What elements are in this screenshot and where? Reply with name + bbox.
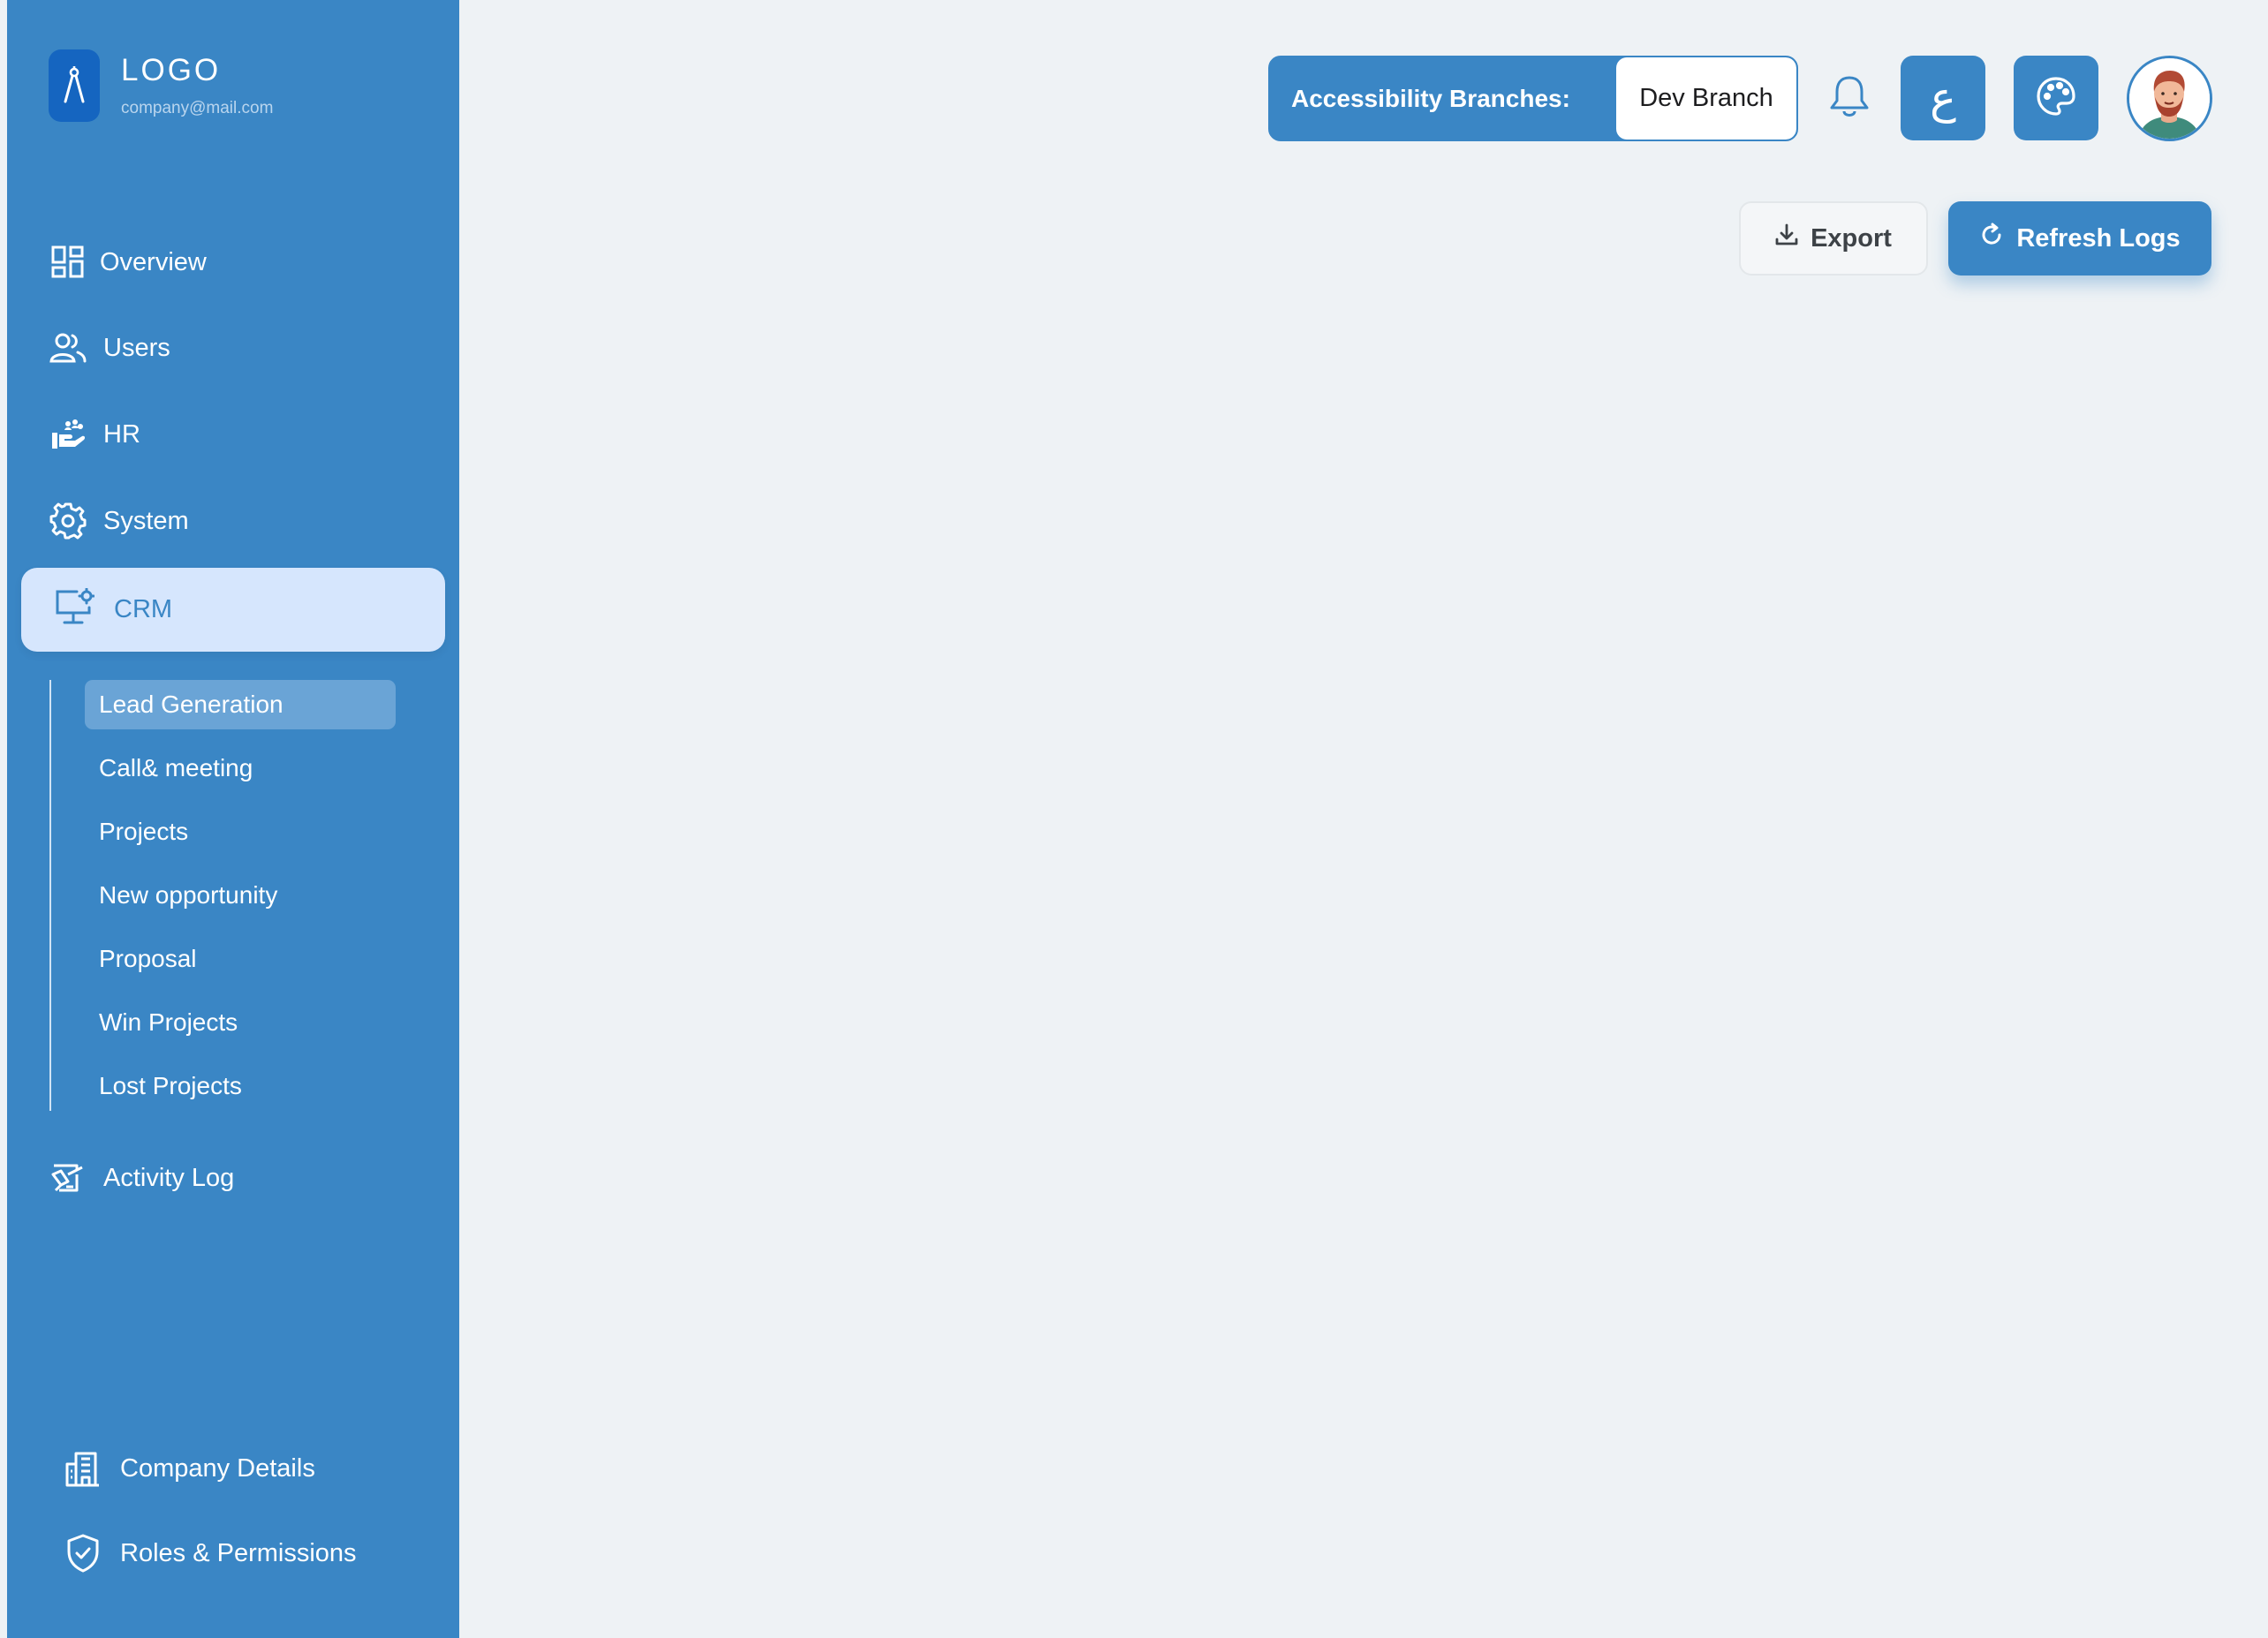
logo-icon [49, 49, 100, 122]
download-icon [1775, 223, 1798, 253]
sidebar-item-label: Activity Log [103, 1163, 235, 1192]
overview-icon [49, 243, 87, 282]
export-label: Export [1811, 223, 1892, 253]
sidebar-item-users[interactable]: Users [49, 328, 170, 367]
avatar[interactable] [2127, 56, 2212, 141]
submenu-item-proposal[interactable]: Proposal [85, 934, 396, 984]
sidebar-item-system[interactable]: System [49, 502, 189, 540]
sidebar-item-hr[interactable]: HR [49, 415, 140, 454]
sidebar-item-company-details[interactable]: Company Details [64, 1449, 315, 1488]
submenu-item-projects[interactable]: Projects [85, 807, 396, 857]
sidebar-item-activity-log[interactable]: Activity Log [49, 1159, 234, 1197]
refresh-logs-label: Refresh Logs [2016, 223, 2181, 253]
crm-submenu: Lead Generation Call& meeting Projects N… [49, 680, 420, 1111]
logo-email: company@mail.com [121, 99, 274, 117]
sidebar-item-label: Company Details [120, 1453, 315, 1483]
shield-check-icon [64, 1534, 102, 1573]
language-icon: ع [1930, 72, 1956, 124]
app-page: LOGO company@mail.com Overview Users HR … [0, 0, 2268, 1638]
sidebar: LOGO company@mail.com Overview Users HR … [7, 0, 459, 1638]
activity-log-icon [49, 1159, 87, 1197]
sidebar-item-label: Roles & Permissions [120, 1538, 357, 1567]
sidebar-item-overview[interactable]: Overview [49, 243, 207, 282]
submenu-item-win-projects[interactable]: Win Projects [85, 998, 396, 1047]
submenu-item-call-meeting[interactable]: Call& meeting [85, 744, 396, 793]
palette-icon [2035, 75, 2077, 122]
building-icon [64, 1449, 102, 1488]
sidebar-item-label: Users [103, 333, 170, 362]
bell-icon [1827, 74, 1871, 125]
brand[interactable]: LOGO company@mail.com [49, 49, 273, 122]
logo-title: LOGO [121, 53, 222, 87]
sidebar-item-label: CRM [114, 595, 173, 623]
sidebar-item-roles-permissions[interactable]: Roles & Permissions [64, 1534, 357, 1573]
sidebar-item-label: System [103, 506, 189, 535]
hr-icon [49, 415, 87, 454]
branch-selector: Accessibility Branches: Dev Branch [1268, 56, 1798, 141]
sidebar-item-label: HR [103, 419, 140, 449]
submenu-item-lead-generation[interactable]: Lead Generation [85, 680, 396, 729]
submenu-item-lost-projects[interactable]: Lost Projects [85, 1061, 396, 1111]
sidebar-item-label: Overview [100, 247, 207, 276]
theme-button[interactable] [2014, 56, 2098, 140]
sidebar-item-crm[interactable]: CRM [21, 568, 445, 652]
language-button[interactable]: ع [1901, 56, 1985, 140]
refresh-icon [1979, 223, 2004, 254]
users-icon [49, 328, 87, 367]
export-button[interactable]: Export [1739, 201, 1928, 276]
notifications-button[interactable] [1823, 72, 1876, 125]
monitor-gear-icon [54, 587, 95, 632]
submenu-item-new-opportunity[interactable]: New opportunity [85, 871, 396, 920]
branch-dropdown[interactable]: Dev Branch [1616, 57, 1796, 140]
refresh-logs-button[interactable]: Refresh Logs [1948, 201, 2211, 276]
gear-icon [49, 502, 87, 540]
branch-label: Accessibility Branches: [1291, 84, 1570, 112]
